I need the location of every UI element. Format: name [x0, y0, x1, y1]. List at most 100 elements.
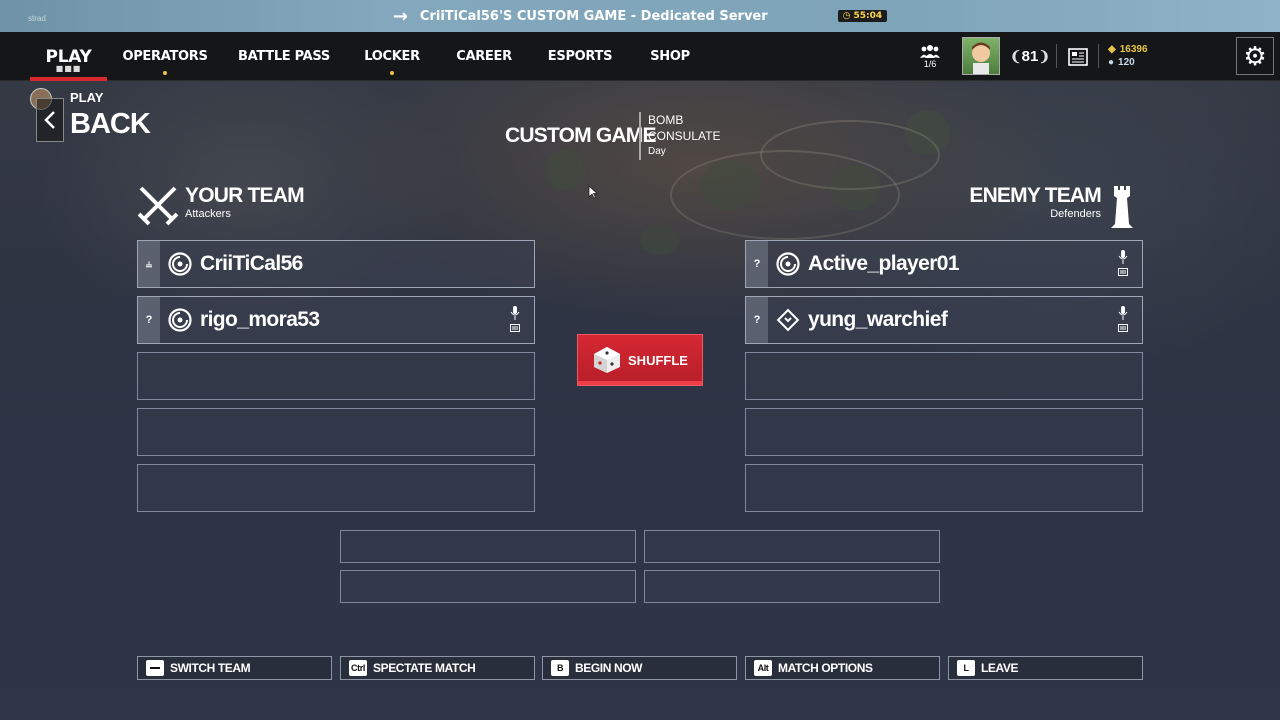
player-name: yung_warchief: [808, 308, 948, 331]
empty-player-slot[interactable]: [137, 464, 535, 512]
begin-now-button[interactable]: B BEGIN NOW: [542, 656, 737, 680]
settings-button[interactable]: ⚙: [1236, 37, 1274, 75]
your-team-name: YOUR TEAM: [185, 184, 305, 207]
laurel-right-icon: ❩: [1038, 48, 1051, 64]
spectator-slot[interactable]: [644, 530, 940, 563]
nav-operators-label: OPERATORS: [122, 49, 208, 64]
notification-dot: [163, 71, 167, 75]
news-button[interactable]: [1066, 32, 1090, 81]
nav-locker-label: LOCKER: [364, 49, 420, 64]
nav-career-label: CAREER: [456, 49, 512, 64]
microphone-icon[interactable]: [510, 306, 520, 320]
host-badge: ⫨: [138, 241, 160, 287]
switch-team-label: SWITCH TEAM: [170, 661, 251, 675]
your-team-header: YOUR TEAM Attackers: [137, 184, 305, 226]
r6-credits-icon: ●: [1108, 57, 1115, 68]
level-value: 81: [1021, 48, 1039, 65]
currency-display[interactable]: ◆ 16396 ● 120: [1108, 38, 1148, 74]
player-slot[interactable]: ? Active_player01: [745, 240, 1143, 288]
player-slot[interactable]: ? rigo_mora53: [137, 296, 535, 344]
defenders-icon: [1111, 186, 1133, 228]
microphone-icon[interactable]: [1118, 250, 1128, 264]
squad-button[interactable]: 1/6: [918, 32, 942, 81]
server-title-bar: → CriiTiCal56'S CUSTOM GAME - Dedicated …: [0, 0, 1280, 32]
ghost-overlay-label: strad: [28, 14, 46, 23]
key-hint: L: [957, 660, 975, 676]
spectator-slot[interactable]: [340, 570, 636, 603]
player-slot[interactable]: ? yung_warchief: [745, 296, 1143, 344]
squad-count: 1/6: [923, 59, 937, 69]
nav-battle-pass[interactable]: BATTLE PASS: [238, 32, 330, 81]
avatar-image: [972, 42, 990, 74]
player-avatar[interactable]: [962, 37, 1000, 75]
enemy-team-name: ENEMY TEAM: [969, 184, 1101, 207]
nav-esports-label: ESPORTS: [547, 49, 613, 64]
rank-badge: ?: [138, 297, 160, 343]
enemy-team-role: Defenders: [1050, 208, 1101, 220]
spectate-match-button[interactable]: Ctrl SPECTATE MATCH: [340, 656, 535, 680]
microphone-icon[interactable]: [1118, 306, 1128, 320]
back-context-label: PLAY: [70, 90, 104, 105]
attackers-icon: [137, 186, 179, 226]
match-options-label: MATCH OPTIONS: [778, 661, 873, 675]
chat-icon[interactable]: [1118, 268, 1128, 278]
match-options-button[interactable]: Alt MATCH OPTIONS: [745, 656, 940, 680]
player-slot[interactable]: ⫨ CriiTiCal56: [137, 240, 535, 288]
leave-button[interactable]: L LEAVE: [948, 656, 1143, 680]
shuffle-label: SHUFFLE: [628, 352, 688, 368]
game-time: Day: [648, 146, 666, 157]
rank-badge: ?: [746, 241, 768, 287]
submenu-dots-icon: ■■■: [55, 64, 82, 73]
game-map: CONSULATE: [648, 129, 721, 143]
chat-icon[interactable]: [510, 324, 520, 334]
key-hint: [146, 660, 164, 676]
begin-now-label: BEGIN NOW: [575, 661, 643, 675]
game-mode: BOMB: [648, 113, 684, 127]
nav-battle-pass-label: BATTLE PASS: [238, 49, 330, 64]
empty-player-slot[interactable]: [745, 352, 1143, 400]
nav-locker[interactable]: LOCKER: [360, 32, 424, 81]
back-label: BACK: [70, 108, 151, 140]
nav-play[interactable]: PLAY ■■■: [30, 32, 107, 81]
nav-shop[interactable]: SHOP: [645, 32, 695, 81]
shuffle-button[interactable]: SHUFFLE: [577, 334, 703, 386]
divider: [1098, 44, 1099, 68]
empty-player-slot[interactable]: [745, 464, 1143, 512]
empty-player-slot[interactable]: [745, 408, 1143, 456]
chat-icon[interactable]: [1118, 324, 1128, 334]
ubisoft-icon: [168, 308, 192, 332]
spectator-slot[interactable]: [644, 570, 940, 603]
nav-esports[interactable]: ESPORTS: [545, 32, 615, 81]
nav-operators[interactable]: OPERATORS: [122, 32, 208, 81]
leave-label: LEAVE: [981, 661, 1019, 675]
game-title: CUSTOM GAME: [505, 124, 656, 147]
gear-icon: ⚙: [1243, 40, 1267, 71]
server-title: CriiTiCal56'S CUSTOM GAME - Dedicated Se…: [419, 8, 768, 24]
squad-icon: [920, 45, 940, 58]
ubisoft-icon: [168, 252, 192, 276]
empty-player-slot[interactable]: [137, 352, 535, 400]
key-hint: Ctrl: [349, 660, 367, 676]
key-hint: Alt: [754, 660, 772, 676]
arrow-right-icon: →: [392, 5, 408, 27]
spectator-slot[interactable]: [340, 530, 636, 563]
player-level[interactable]: ❨ 81 ❩: [1010, 32, 1050, 81]
player-name: CriiTiCal56: [200, 252, 303, 275]
chevron-left-icon: [36, 98, 64, 142]
player-name: Active_player01: [808, 252, 960, 275]
rank-badge: ?: [746, 297, 768, 343]
divider: [1056, 44, 1057, 68]
mouse-cursor-icon: [588, 185, 598, 199]
dice-icon: [594, 347, 621, 373]
timer-value: 55:04: [853, 11, 883, 21]
notification-dot: [390, 71, 394, 75]
switch-team-button[interactable]: SWITCH TEAM: [137, 656, 332, 680]
news-icon: [1068, 47, 1088, 66]
empty-player-slot[interactable]: [137, 408, 535, 456]
player-name: rigo_mora53: [200, 308, 320, 331]
nav-career[interactable]: CAREER: [452, 32, 516, 81]
enemy-team-header: ENEMY TEAM Defenders: [969, 184, 1135, 228]
clock-icon: ◷: [842, 11, 851, 21]
laurel-left-icon: ❨: [1009, 48, 1022, 64]
r6-credits-value: 120: [1118, 57, 1135, 68]
